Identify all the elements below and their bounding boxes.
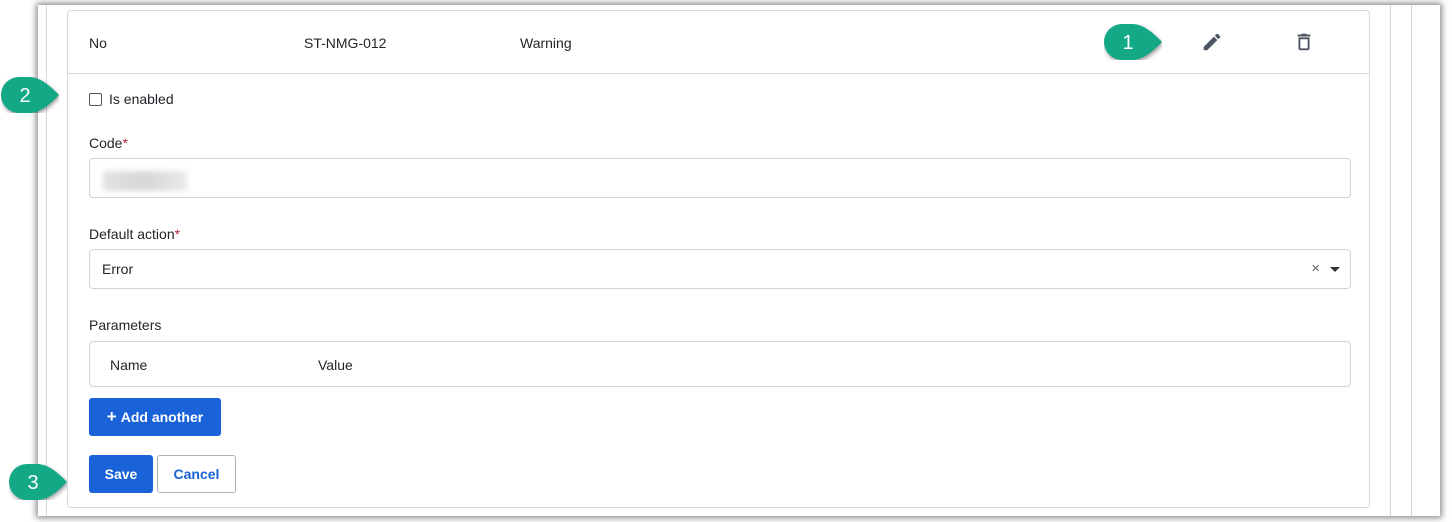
add-another-button[interactable]: + Add another bbox=[89, 398, 221, 436]
is-enabled-label: Is enabled bbox=[109, 91, 174, 107]
selected-value: Error bbox=[102, 261, 134, 277]
parameters-table: Name Value bbox=[89, 341, 1351, 387]
parameters-label: Parameters bbox=[89, 317, 162, 333]
chevron-down-icon[interactable] bbox=[1330, 267, 1340, 272]
callout-badge-2: 2 bbox=[1, 77, 59, 113]
callout-number: 3 bbox=[27, 472, 38, 494]
callout-number: 2 bbox=[19, 85, 30, 107]
code-label-text: Code bbox=[89, 135, 123, 151]
default-action-label-text: Default action bbox=[89, 226, 175, 242]
cancel-button[interactable]: Cancel bbox=[157, 455, 236, 493]
plus-icon: + bbox=[106, 407, 117, 426]
save-button[interactable]: Save bbox=[89, 455, 153, 493]
code-label: Code* bbox=[89, 135, 128, 151]
required-mark: * bbox=[122, 135, 128, 151]
clear-icon[interactable]: × bbox=[1311, 260, 1320, 277]
required-mark: * bbox=[174, 226, 181, 242]
add-another-label: Add another bbox=[120, 409, 204, 425]
action-cell: Warning bbox=[520, 35, 572, 51]
divider bbox=[1411, 5, 1412, 516]
callout-badge-3: 3 bbox=[9, 464, 67, 500]
code-input[interactable] bbox=[89, 158, 1351, 198]
rule-card: No ST-NMG-012 Warning Is enabled Code* D… bbox=[67, 10, 1370, 508]
code-cell: ST-NMG-012 bbox=[304, 35, 387, 51]
column-header-name: Name bbox=[110, 357, 148, 373]
is-enabled-checkbox[interactable] bbox=[89, 92, 102, 106]
enabled-cell: No bbox=[89, 35, 107, 51]
divider bbox=[1390, 5, 1391, 516]
trash-icon[interactable] bbox=[1293, 31, 1315, 53]
default-action-select[interactable]: Error × bbox=[89, 249, 1351, 289]
table-row: No ST-NMG-012 Warning bbox=[68, 11, 1369, 74]
callout-number: 1 bbox=[1122, 32, 1133, 54]
is-enabled-checkbox-group[interactable]: Is enabled bbox=[89, 91, 174, 107]
redacted-value bbox=[103, 171, 187, 191]
default-action-label: Default action* bbox=[89, 226, 180, 242]
column-header-value: Value bbox=[318, 357, 353, 373]
callout-badge-1: 1 bbox=[1104, 24, 1162, 60]
pencil-icon[interactable] bbox=[1201, 31, 1223, 53]
dialog-window: No ST-NMG-012 Warning Is enabled Code* D… bbox=[38, 5, 1440, 516]
